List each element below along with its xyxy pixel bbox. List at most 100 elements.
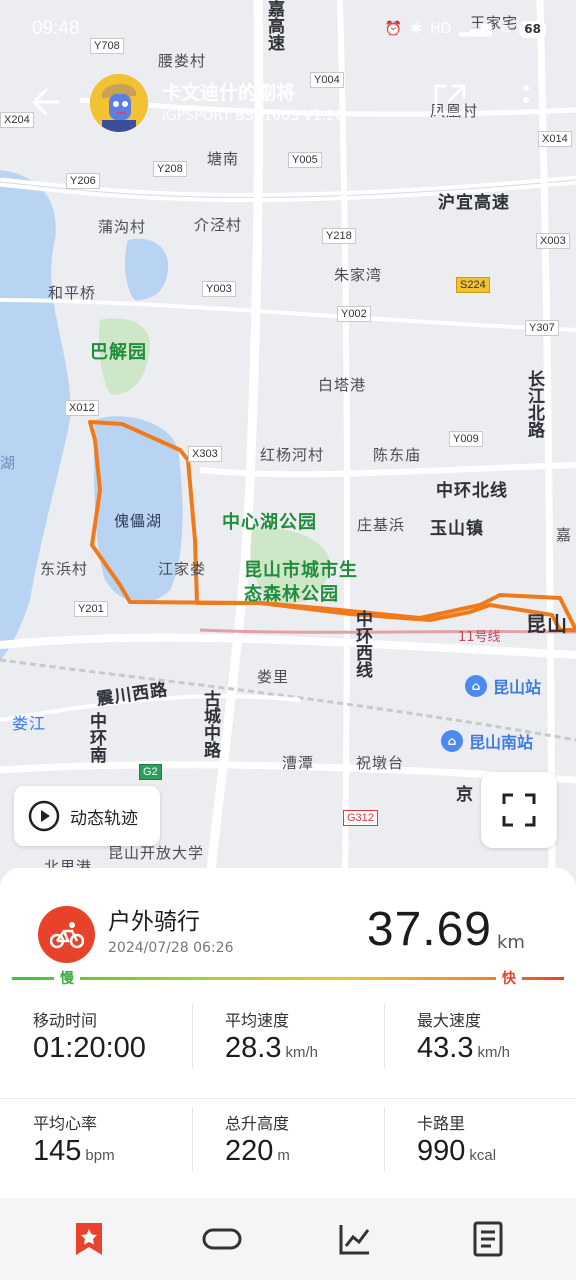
wifi-icon: ≋ (499, 21, 512, 37)
stat-avg-speed: 平均速度 28.3 km/h (192, 996, 384, 1098)
map-label-jing: 京 (456, 785, 474, 804)
nav-overview[interactable] (59, 1209, 119, 1269)
status-time: 09:48 (32, 18, 80, 39)
speed-slow-label: 慢 (54, 970, 80, 988)
more-options-button[interactable] (512, 82, 540, 118)
chart-icon (339, 1225, 369, 1255)
stat-avg-heart-rate: 平均心率 145 bpm (0, 1099, 192, 1200)
metro-station-icon: ⌂ (441, 730, 463, 752)
bottom-nav (0, 1198, 576, 1280)
activity-type: 户外骑行 (108, 909, 200, 935)
map-label-huyigaosu: 沪宜高速 (438, 193, 510, 212)
map-label-zhujiawan: 朱家湾 (334, 267, 383, 284)
nav-laps[interactable] (192, 1209, 252, 1269)
stat-moving-time: 移动时间 01:20:00 (0, 996, 192, 1098)
map-label-zhonghuanxixian: 中环西线 (353, 610, 372, 678)
map-label-bajieyuan: 巴解园 (90, 342, 147, 362)
map-label-jia: 嘉 (556, 527, 573, 544)
station-label: 昆山南站 (469, 733, 534, 752)
road-code: Y002 (337, 306, 371, 322)
map-label-yushanzhen: 玉山镇 (430, 519, 484, 538)
map-label-loujiang: 娄江 (12, 716, 47, 733)
road-code: Y201 (74, 601, 108, 617)
map-label-tangnan: 塘南 (207, 151, 240, 168)
hd-icon: HD (429, 21, 452, 37)
map-label-dongbangcun: 东浜村 (40, 561, 89, 578)
map-label-hepingqiao: 和平桥 (48, 285, 97, 302)
nav-details[interactable] (458, 1209, 518, 1269)
map-label-hu: 湖 (0, 455, 17, 472)
station-kunshan-south[interactable]: ⌂ 昆山南站 (441, 729, 533, 753)
header: 卡文迪什的副将 iGPSPORT BSC100S V1.20 (0, 72, 576, 134)
dynamic-track-button[interactable]: 动态轨迹 (14, 786, 160, 846)
map-label-loudi: 娄里 (257, 669, 290, 686)
status-bar: 09:48 ⏰ ✱ HD ▂▄▆ ≋ 68 (0, 0, 576, 58)
road-code: X303 (188, 446, 222, 462)
road-code: Y005 (288, 152, 322, 168)
metro-station-icon: ⌂ (465, 675, 487, 697)
device-name: iGPSPORT BSC100S V1.20 (162, 108, 345, 124)
stat-label: 平均心率 (33, 1114, 98, 1133)
stat-value: 43.3 km/h (417, 1032, 510, 1064)
play-icon (28, 800, 60, 832)
road-code: G2 (139, 764, 162, 780)
page-title: 卡文迪什的副将 (162, 82, 296, 104)
road-code: Y208 (153, 161, 187, 177)
document-icon (473, 1221, 502, 1257)
back-button[interactable] (26, 84, 62, 120)
map-label-pugoucun: 蒲沟村 (98, 219, 147, 236)
road-code: Y003 (202, 281, 236, 297)
loop-icon (202, 1228, 241, 1250)
distance-value: 37.69 (366, 903, 492, 956)
lake-west (0, 170, 71, 660)
avatar-image (90, 74, 148, 132)
speed-gradient-bar (12, 977, 564, 980)
activity-summary-panel: 户外骑行 2024/07/28 06:26 37.69 km 慢 快 移动时间 … (0, 868, 576, 1198)
battery-icon: 68 (519, 20, 546, 38)
lake-small (124, 238, 169, 300)
road-code: G312 (343, 810, 378, 826)
station-kunshan[interactable]: ⌂ 昆山站 (465, 674, 541, 698)
road-code: S224 (456, 277, 490, 293)
fullscreen-button[interactable] (481, 772, 557, 848)
nav-charts[interactable] (325, 1209, 385, 1269)
stat-label: 移动时间 (33, 1011, 98, 1030)
activity-date: 2024/07/28 06:26 (108, 940, 234, 956)
status-icons: ⏰ ✱ HD ▂▄▆ ≋ 68 (385, 20, 546, 38)
road-code: X003 (536, 233, 570, 249)
map-label-zhongxinhugongyuan: 中心湖公园 (222, 512, 317, 532)
map-label-changjiangbeilu: 长江北路 (525, 370, 544, 438)
distance-unit: km (497, 932, 525, 953)
stat-value: 220 m (225, 1135, 290, 1167)
stat-label: 卡路里 (417, 1114, 466, 1133)
stat-value: 145 bpm (33, 1135, 115, 1167)
metro-line-label: 11号线 (458, 630, 501, 645)
map-label-kunshan-right: 昆山 (526, 614, 568, 636)
map-label-hongyanghecun: 红杨河村 (260, 447, 325, 464)
share-button[interactable] (432, 82, 468, 118)
stat-elevation-gain: 总升高度 220 m (192, 1099, 384, 1200)
fullscreen-icon (502, 793, 536, 827)
map-label-zhuangjibang: 庄基浜 (357, 517, 406, 534)
road-zhonghuan (199, 462, 576, 478)
signal-icon: ▂▄▆ (459, 21, 492, 37)
road-code: Y307 (525, 320, 559, 336)
stats-grid: 移动时间 01:20:00 平均速度 28.3 km/h 最大速度 43.3 km/… (0, 996, 576, 1200)
stat-value: 990 kcal (417, 1135, 497, 1167)
map-label-gucheng-zhonglu: 古城中路 (201, 690, 220, 758)
road-code: Y206 (66, 173, 100, 189)
map-label-zhonghuannan: 中环南 (87, 712, 106, 763)
bluetooth-icon: ✱ (410, 21, 422, 37)
avatar[interactable] (90, 74, 148, 132)
road-code: X012 (65, 400, 99, 416)
speed-fast-label: 快 (496, 970, 522, 988)
stat-calories: 卡路里 990 kcal (384, 1099, 576, 1200)
map-label-chengshishengtai-1: 昆山市城市生 (244, 560, 358, 580)
stat-value: 01:20:00 (33, 1032, 146, 1064)
dynamic-track-label: 动态轨迹 (70, 808, 138, 829)
stats-row: 移动时间 01:20:00 平均速度 28.3 km/h 最大速度 43.3 km/… (0, 996, 576, 1098)
map-label-chendongmiao: 陈东庙 (373, 447, 422, 464)
map-label-baitagang: 白塔港 (318, 377, 367, 394)
stats-row: 平均心率 145 bpm 总升高度 220 m 卡路里 990 kcal (0, 1098, 576, 1200)
stat-label: 总升高度 (225, 1114, 290, 1133)
